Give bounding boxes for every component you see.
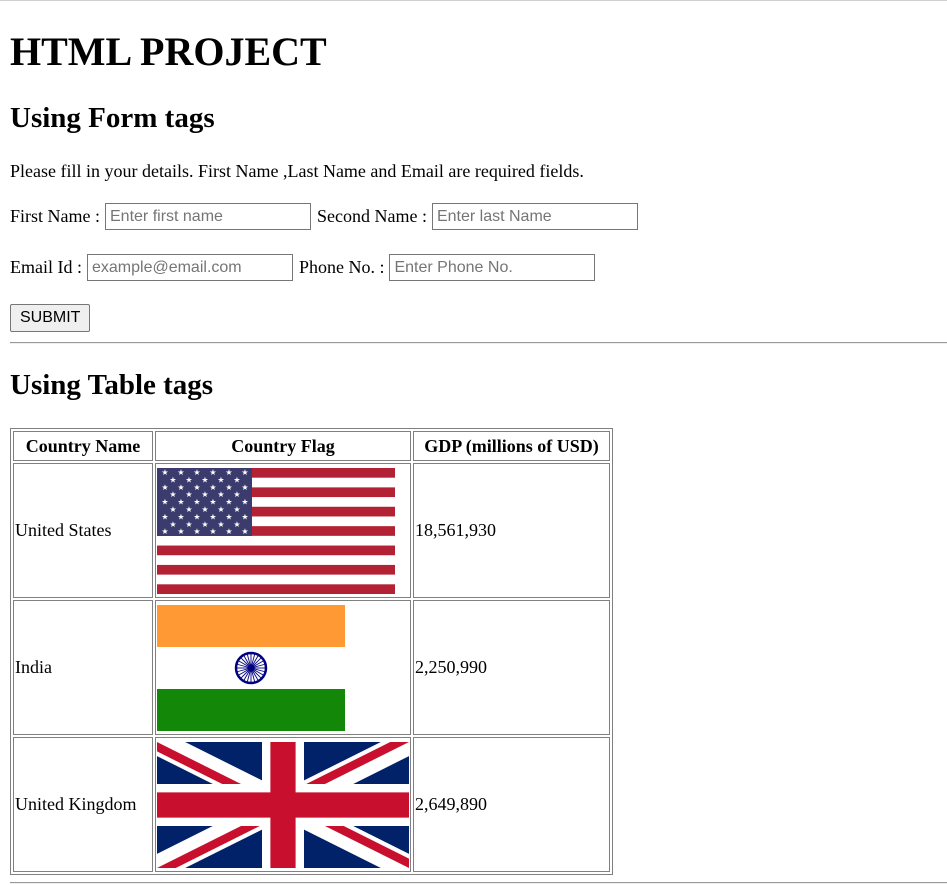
svg-text:★: ★ <box>241 512 248 521</box>
svg-text:★: ★ <box>241 482 248 491</box>
svg-text:★: ★ <box>217 475 224 484</box>
gdp-cell: 2,649,890 <box>413 737 610 872</box>
table-section-heading: Using Table tags <box>10 369 214 401</box>
email-input[interactable] <box>86 254 293 281</box>
svg-text:★: ★ <box>185 475 192 484</box>
svg-text:★: ★ <box>161 512 168 521</box>
svg-text:★: ★ <box>185 490 192 499</box>
divider <box>10 342 947 344</box>
svg-text:★: ★ <box>225 482 232 491</box>
svg-text:★: ★ <box>169 475 176 484</box>
svg-text:★: ★ <box>193 497 200 506</box>
india-flag-icon <box>157 604 345 731</box>
svg-text:★: ★ <box>225 512 232 521</box>
svg-text:★: ★ <box>169 505 176 514</box>
svg-text:★: ★ <box>201 490 208 499</box>
svg-text:★: ★ <box>233 490 240 499</box>
svg-text:★: ★ <box>185 505 192 514</box>
svg-text:★: ★ <box>177 527 184 536</box>
svg-text:★: ★ <box>161 468 168 477</box>
svg-text:★: ★ <box>161 482 168 491</box>
svg-text:★: ★ <box>209 527 216 536</box>
country-name-cell: United States <box>13 463 153 598</box>
first-name-label: First Name : <box>10 206 100 226</box>
table-row: India 2,250,990 <box>13 600 610 735</box>
svg-text:★: ★ <box>201 475 208 484</box>
submit-button[interactable]: SUBMIT <box>10 304 91 332</box>
svg-text:★: ★ <box>233 519 240 528</box>
gdp-cell: 18,561,930 <box>413 463 610 598</box>
svg-text:★: ★ <box>217 490 224 499</box>
svg-text:★: ★ <box>193 527 200 536</box>
svg-text:★: ★ <box>217 519 224 528</box>
table-row: United States ★ ★ ★ ★ ★ ★ ★ ★ ★ ★ ★ ★ ★ ★ ★ ★ ★ ★ ★ ★ ★ ★ ★ ★ ★ ★… <box>13 463 610 598</box>
table-row: United Kingdom 2,649,890 <box>13 737 610 872</box>
svg-text:★: ★ <box>201 505 208 514</box>
svg-text:★: ★ <box>241 527 248 536</box>
svg-text:★: ★ <box>233 505 240 514</box>
svg-text:★: ★ <box>233 475 240 484</box>
page-title: HTML PROJECT <box>10 29 327 74</box>
header-country-name: Country Name <box>13 431 153 461</box>
phone-label: Phone No. : <box>298 257 385 277</box>
svg-text:★: ★ <box>241 468 248 477</box>
form-instructions: Please fill in your details. First Name … <box>10 161 584 181</box>
bottom-divider <box>10 882 947 884</box>
flag-cell: ★ ★ ★ ★ ★ ★ ★ ★ ★ ★ ★ ★ ★ ★ ★ ★ ★ ★ ★ ★ ★ ★ ★ ★ ★ ★ ★ ★ ★ ★ ★ ★ ★ ★ ★ ★ ★ ★ ★ ★… <box>155 463 411 598</box>
svg-text:★: ★ <box>217 505 224 514</box>
svg-text:★: ★ <box>225 497 232 506</box>
top-border <box>0 0 947 1</box>
uk-flag-icon <box>157 741 409 868</box>
second-name-label: Second Name : <box>317 206 427 226</box>
svg-text:★: ★ <box>201 519 208 528</box>
svg-text:★: ★ <box>209 497 216 506</box>
header-gdp: GDP (millions of USD) <box>413 431 610 461</box>
form-section-heading: Using Form tags <box>10 102 215 134</box>
country-name-cell: United Kingdom <box>13 737 153 872</box>
gdp-table: Country Name Country Flag GDP (millions … <box>10 428 613 875</box>
header-country-flag: Country Flag <box>155 431 411 461</box>
name-row: First Name : Second Name : <box>10 203 644 230</box>
country-name-cell: India <box>13 600 153 735</box>
svg-text:★: ★ <box>209 482 216 491</box>
svg-text:★: ★ <box>161 497 168 506</box>
flag-cell <box>155 600 411 735</box>
svg-text:★: ★ <box>177 512 184 521</box>
svg-text:★: ★ <box>241 497 248 506</box>
svg-text:★: ★ <box>169 490 176 499</box>
first-name-input[interactable] <box>105 203 311 230</box>
svg-text:★: ★ <box>209 512 216 521</box>
svg-text:★: ★ <box>185 519 192 528</box>
svg-text:★: ★ <box>177 497 184 506</box>
svg-text:★: ★ <box>177 468 184 477</box>
svg-text:★: ★ <box>169 519 176 528</box>
second-name-input[interactable] <box>431 203 638 230</box>
svg-text:★: ★ <box>225 468 232 477</box>
svg-text:★: ★ <box>209 468 216 477</box>
contact-row: Email Id : Phone No. : <box>10 254 601 281</box>
svg-text:★: ★ <box>193 482 200 491</box>
svg-text:★: ★ <box>177 482 184 491</box>
svg-text:★: ★ <box>193 512 200 521</box>
gdp-cell: 2,250,990 <box>413 600 610 735</box>
us-flag-icon: ★ ★ ★ ★ ★ ★★ ★ ★ ★ ★★ ★ ★ ★ ★ ★★ ★ ★ ★ ★★ ★ ★ ★ ★ ★★ ★ ★ ★ ★★ ★ ★ ★ ★ ★★… <box>157 467 395 594</box>
phone-input[interactable] <box>389 254 596 281</box>
svg-text:★: ★ <box>225 527 232 536</box>
svg-text:★: ★ <box>193 468 200 477</box>
svg-text:★: ★ <box>161 527 168 536</box>
table-header-row: Country Name Country Flag GDP (millions … <box>13 431 610 461</box>
email-label: Email Id : <box>10 257 82 277</box>
flag-cell <box>155 737 411 872</box>
